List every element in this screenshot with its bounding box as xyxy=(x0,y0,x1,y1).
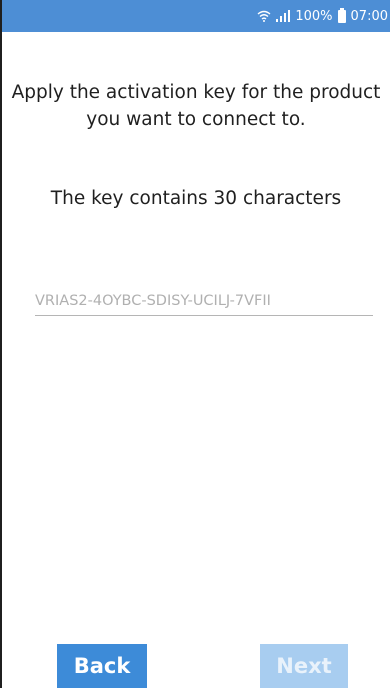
key-length-note: The key contains 30 characters xyxy=(50,188,342,209)
battery-icon xyxy=(337,7,346,23)
instruction-text: Apply the activation key for the product… xyxy=(11,82,381,130)
signal-icon xyxy=(276,10,291,22)
app-screen: 100% 07:00 Apply the activation key for … xyxy=(0,0,390,688)
status-bar: 100% 07:00 xyxy=(2,0,390,32)
battery-percent: 100% xyxy=(295,8,333,24)
back-button[interactable]: Back xyxy=(57,644,147,688)
activation-key-input[interactable] xyxy=(35,286,373,316)
next-button[interactable]: Next xyxy=(260,644,348,688)
clock: 07:00 xyxy=(350,8,388,24)
wifi-icon xyxy=(257,10,271,22)
